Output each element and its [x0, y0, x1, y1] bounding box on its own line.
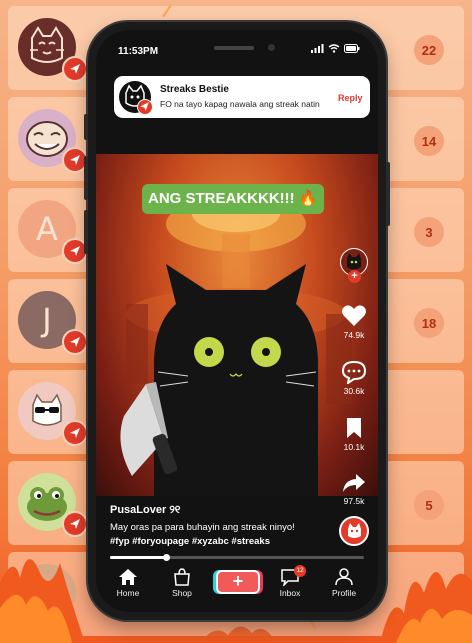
progress-fill — [110, 556, 166, 559]
video-progress-bar[interactable] — [110, 554, 364, 561]
share-button[interactable]: 97.5k — [334, 472, 374, 506]
speaker-grille — [214, 46, 254, 50]
notification-message: FO na tayo kapag nawala ang streak natin — [160, 99, 320, 109]
reply-button[interactable]: Reply — [338, 93, 363, 103]
comment-count: 30.6k — [343, 386, 365, 396]
nav-profile-label: Profile — [331, 588, 357, 598]
streak-count: 18 — [414, 308, 444, 338]
paper-plane-icon — [70, 337, 80, 347]
paper-plane-icon — [70, 428, 80, 438]
send-badge — [62, 420, 88, 446]
signal-icon — [311, 44, 324, 53]
share-count: 97.5k — [343, 496, 365, 506]
nav-profile[interactable]: Profile — [320, 568, 368, 598]
streak-count: 3 — [414, 217, 444, 247]
heart-icon — [342, 305, 366, 326]
avatar-letter: A — [36, 210, 58, 248]
post-hashtags[interactable]: #fyp #foryoupage #xyzabc #streaks — [110, 536, 330, 547]
volume-down-button — [84, 210, 88, 254]
status-bar: 11:53PM — [96, 30, 378, 72]
phone-frame: 11:53PM Streaks Bestie FO na tayo kapag … — [84, 22, 390, 620]
front-camera — [268, 44, 275, 51]
comment-button[interactable]: 30.6k — [334, 360, 374, 396]
music-disc-button[interactable] — [339, 516, 369, 546]
streak-count: 22 — [414, 35, 444, 65]
follow-plus-icon[interactable]: + — [348, 270, 361, 283]
bottom-nav: Home Shop + 12 Inbox Profile — [96, 564, 378, 612]
sticker-text: ANG STREAKKKK!!! — [148, 190, 295, 207]
fire-emoji: 🔥 — [298, 190, 318, 207]
post-info: PusaLover ୨୧ May oras pa para buhayin an… — [110, 504, 330, 547]
like-button[interactable]: 74.9k — [334, 304, 374, 340]
nav-shop[interactable]: Shop — [158, 568, 206, 598]
caption-sticker: ANG STREAKKKK!!! 🔥 — [142, 184, 324, 214]
nav-inbox[interactable]: 12 Inbox — [266, 565, 314, 598]
create-button[interactable]: + — [216, 570, 260, 594]
save-button[interactable]: 10.1k — [334, 416, 374, 452]
progress-scrubber[interactable] — [162, 554, 170, 561]
wifi-icon — [328, 44, 340, 53]
notification-app-badge — [137, 99, 153, 115]
avatar-letter: J — [42, 301, 52, 339]
status-icons — [311, 44, 360, 53]
profile-icon — [335, 568, 353, 586]
streak-count: 5 — [414, 490, 444, 520]
status-time: 11:53PM — [118, 46, 159, 57]
phone-screen: 11:53PM Streaks Bestie FO na tayo kapag … — [96, 30, 378, 612]
save-count: 10.1k — [343, 442, 365, 452]
cat-sticker-icon — [348, 523, 361, 538]
battery-icon — [344, 44, 360, 53]
streak-count: 14 — [414, 126, 444, 156]
notification-title: Streaks Bestie — [160, 84, 229, 95]
nav-home-label: Home — [116, 588, 140, 598]
comment-bubble-icon — [341, 360, 367, 384]
send-badge — [62, 56, 88, 82]
message-notification[interactable]: Streaks Bestie FO na tayo kapag nawala a… — [114, 76, 370, 118]
paper-plane-icon — [70, 64, 80, 74]
paper-plane-icon — [140, 102, 149, 111]
shopping-bag-icon — [174, 568, 190, 586]
post-caption: May oras pa para buhayin ang streak niny… — [110, 522, 295, 533]
share-arrow-icon — [343, 474, 365, 492]
bookmark-icon — [347, 418, 361, 438]
post-username-line[interactable]: PusaLover ୨୧ — [110, 504, 330, 517]
paper-plane-icon — [70, 155, 80, 165]
nav-inbox-label: Inbox — [279, 588, 301, 598]
volume-up-button — [84, 156, 88, 200]
nav-shop-label: Shop — [172, 588, 192, 598]
power-button — [386, 162, 390, 226]
username-symbol: ୨୧ — [169, 504, 181, 516]
like-count: 74.9k — [343, 330, 365, 340]
home-icon — [119, 569, 137, 585]
send-badge — [62, 329, 88, 355]
nav-home[interactable]: Home — [104, 568, 152, 598]
mute-switch — [84, 114, 88, 140]
post-username[interactable]: PusaLover — [110, 504, 166, 516]
inbox-badge: 12 — [294, 565, 306, 577]
paper-plane-icon — [70, 246, 80, 256]
